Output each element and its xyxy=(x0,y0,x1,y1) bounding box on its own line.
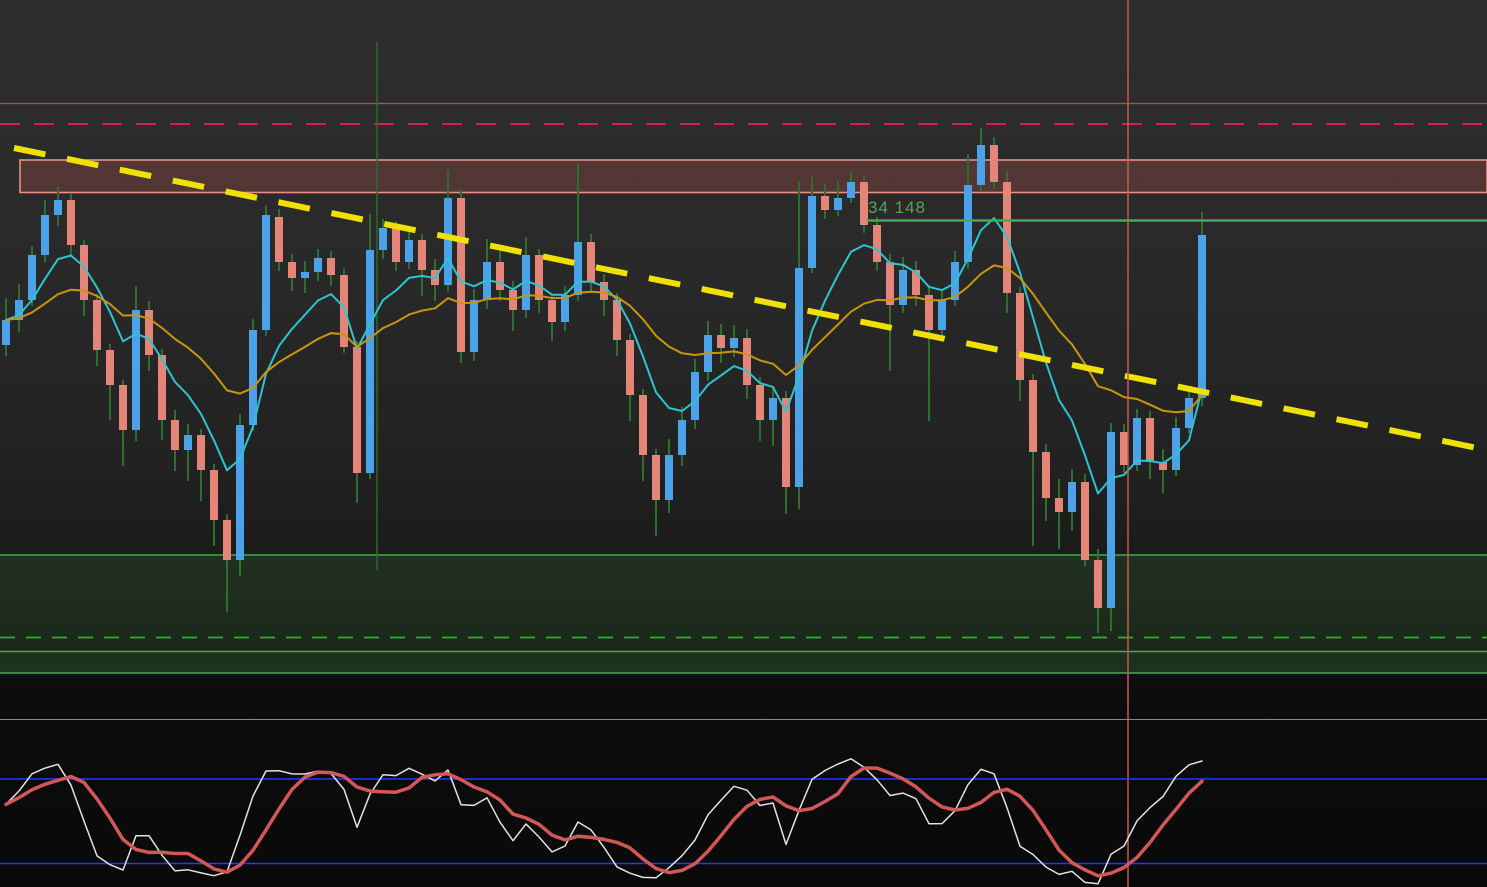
candle-body-down xyxy=(821,196,829,210)
trading-chart: 34 148 xyxy=(0,0,1487,887)
candle-body-down xyxy=(119,385,127,430)
candle-body-down xyxy=(886,262,894,305)
candle-body-down xyxy=(652,455,660,500)
candle-body-up xyxy=(678,420,686,455)
candle-body-down xyxy=(1029,380,1037,452)
candle-body-down xyxy=(743,338,751,385)
candle-body-down xyxy=(1120,432,1128,465)
candle-body-up xyxy=(1185,398,1193,428)
candle-body-down xyxy=(288,262,296,278)
candle-body-up xyxy=(834,198,842,210)
candle-body-up xyxy=(132,310,140,430)
candle-body-up xyxy=(847,182,855,198)
oscillator-fast-line xyxy=(5,758,1203,885)
candle-body-down xyxy=(587,242,595,282)
candle-body-down xyxy=(1081,482,1089,560)
candle-body-up xyxy=(314,258,322,272)
candle-body-down xyxy=(353,347,361,473)
candle-body-up xyxy=(561,295,569,322)
candle-body-down xyxy=(93,300,101,350)
candle-body-down xyxy=(626,340,634,395)
candle-body-down xyxy=(1094,560,1102,608)
candle-body-down xyxy=(327,258,335,275)
candle-body-up xyxy=(54,200,62,215)
candle-body-up xyxy=(665,455,673,500)
candle-body-down xyxy=(535,255,543,300)
candle-body-down xyxy=(392,228,400,262)
candle-body-up xyxy=(977,145,985,185)
descending-trendline[interactable] xyxy=(13,145,1487,453)
candle-body-up xyxy=(938,300,946,330)
candle-body-up xyxy=(1107,432,1115,608)
candle-body-up xyxy=(41,215,49,255)
candle-body-down xyxy=(67,200,75,245)
candle-body-up xyxy=(444,198,452,285)
candle-body-up xyxy=(1172,428,1180,470)
candle-body-down xyxy=(873,225,881,262)
candle-body-down xyxy=(223,520,231,560)
candle-body-down xyxy=(860,182,868,225)
candle-body-down xyxy=(717,335,725,348)
candle-body-down xyxy=(1146,418,1154,462)
candle-body-up xyxy=(470,300,478,352)
candle-body-up xyxy=(405,240,413,262)
candle-body-up xyxy=(808,196,816,268)
candle-body-down xyxy=(548,300,556,322)
candle-body-up xyxy=(1133,418,1141,465)
candle-body-up xyxy=(301,272,309,278)
candle-body-up xyxy=(899,270,907,305)
candle-body-up xyxy=(691,372,699,420)
price-ray-label[interactable]: 34 148 xyxy=(868,198,926,218)
candle-body-up xyxy=(730,338,738,348)
candle-body-down xyxy=(496,262,504,290)
demand-zone[interactable] xyxy=(0,555,1487,652)
candle-body-down xyxy=(145,310,153,355)
candle-body-down xyxy=(1055,498,1063,512)
candle-body-up xyxy=(1198,235,1206,398)
candle-body-up xyxy=(379,228,387,250)
candle-body-up xyxy=(262,215,270,330)
candle-body-down xyxy=(106,350,114,385)
demand-band[interactable] xyxy=(0,651,1487,674)
candle-body-down xyxy=(275,217,283,262)
candle-body-up xyxy=(2,320,10,345)
candle-body-up xyxy=(366,250,374,473)
candle-body-down xyxy=(1016,293,1024,380)
candle-body-up xyxy=(28,255,36,300)
candle-body-down xyxy=(210,470,218,520)
candle-body-up xyxy=(574,242,582,295)
candle-body-down xyxy=(197,435,205,470)
oscillator-signal-line xyxy=(4,766,1204,878)
candle-body-down xyxy=(1042,452,1050,498)
chart-svg xyxy=(0,0,1487,887)
candle-body-up xyxy=(1068,482,1076,512)
candle-body-up xyxy=(184,435,192,450)
candle-body-down xyxy=(639,395,647,455)
candle-body-up xyxy=(769,398,777,420)
candle-body-down xyxy=(990,145,998,182)
candle-body-down xyxy=(418,240,426,270)
supply-zone[interactable] xyxy=(19,159,1487,194)
candle-body-up xyxy=(249,330,257,425)
candle-body-up xyxy=(236,425,244,560)
candle-body-down xyxy=(756,385,764,420)
candle-body-down xyxy=(171,420,179,450)
